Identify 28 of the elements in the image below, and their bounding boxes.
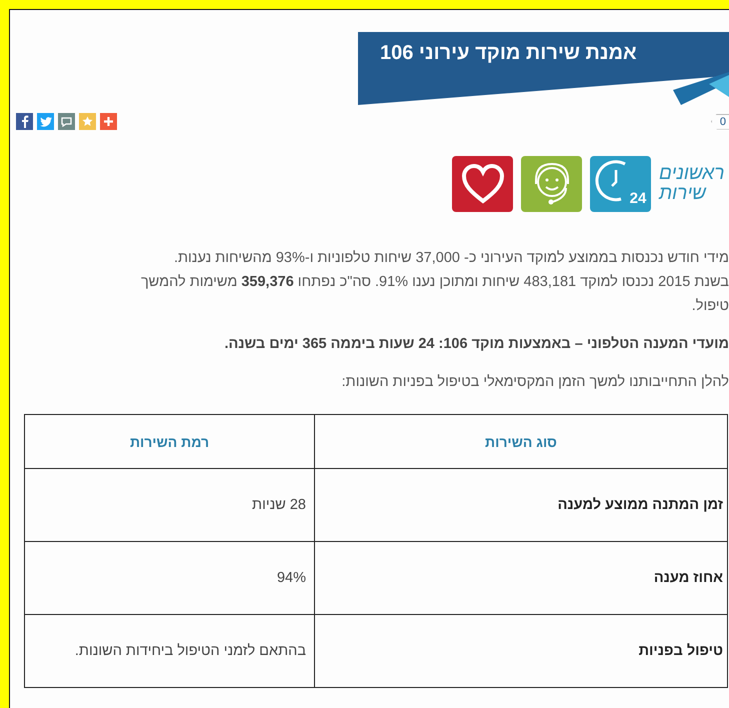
page-title: אמנת שירות מוקד עירוני 106 [380,42,637,65]
speech-bubble-icon [61,116,72,126]
paragraph-line: מידי חודש נכנסות בממוצע למוקד העירוני כ- 37,000 שיחות טלפוניות ו-93% מהשיחות נענות. [172,249,729,268]
logo-text: ראשונים [659,164,724,184]
table-cell: 94% [24,542,314,614]
table-cell: בהתאם לזמני הטיפול ביחידות השונות. [24,614,314,688]
table-cell: זמן המתנה ממוצע למענה [314,468,728,542]
message-button[interactable] [58,113,75,130]
table-cell: אחוז מענה [314,542,728,614]
column-header: סוג השירות [314,414,728,468]
plus-icon [103,116,114,127]
paragraph-line: טיפול. [690,297,729,316]
star-icon [82,116,93,127]
bird-icon [40,116,52,126]
heart-icon [460,164,504,204]
intro-text: להלן התחייבותנו למשך הזמן המקסימאלי בטיפול בפניות השונות: [340,373,729,392]
more-button[interactable] [100,113,117,130]
twitter-button[interactable] [37,113,54,130]
share-count: 0 [710,114,729,130]
logo-text: שירות [659,184,706,204]
f-logo-icon [20,115,29,128]
table-cell: 28 שניות [24,468,314,542]
table-cell: טיפול בפניות [314,614,728,688]
ribbon-fold-drawing [673,72,729,105]
clock-hours: 24 [630,191,646,206]
column-header: רמת השירות [24,414,314,468]
hours-text: מועדי המענה הטלפוני – באמצעות מוקד 106: 24 שעות ביממה 365 ימים בשנה. [223,335,729,354]
facebook-button[interactable] [16,113,33,130]
